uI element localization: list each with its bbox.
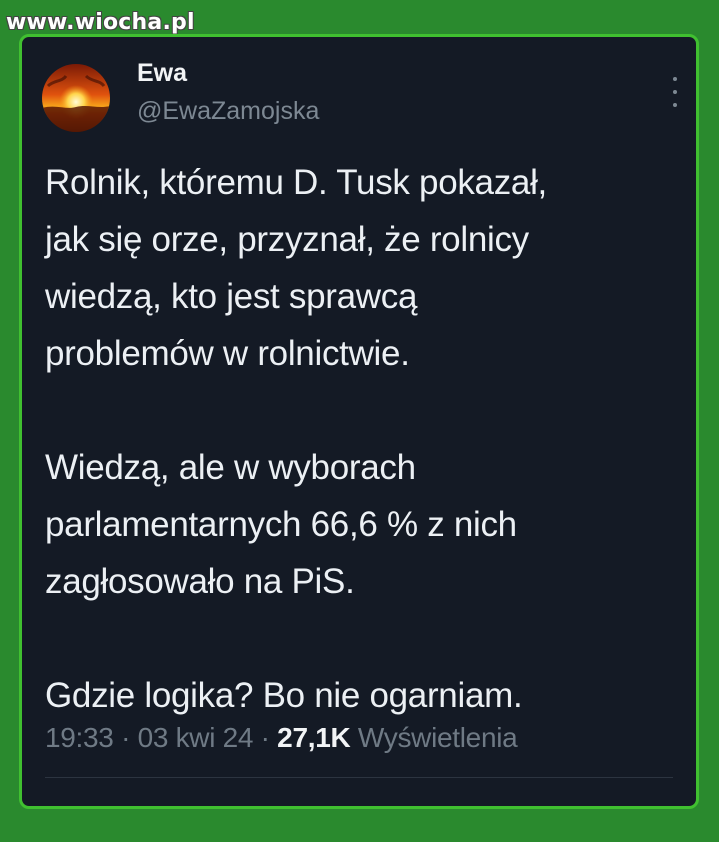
views-label: Wyświetlenia [357,722,518,753]
more-dot [673,103,677,107]
more-dot [673,77,677,81]
divider [45,777,673,778]
tweet-date[interactable]: 03 kwi 24 [138,722,254,753]
author-name[interactable]: Ewa [137,59,187,88]
tweet-paragraph: Rolnik, któremu D. Tusk pokazał, jak się… [45,163,547,373]
watermark: www.wiocha.pl [6,10,195,35]
meta-separator: · [260,722,270,753]
more-vertical-icon[interactable] [668,77,682,107]
tweet-card: Ewa @EwaZamojska Rolnik, któremu D. Tusk… [19,34,699,809]
avatar[interactable] [42,64,110,132]
tweet-metadata: 19:33 · 03 kwi 24 · 27,1K Wyświetlenia [45,722,518,754]
author-handle[interactable]: @EwaZamojska [137,97,319,126]
views-count[interactable]: 27,1K [277,722,351,753]
more-dot [673,90,677,94]
meta-separator: · [121,722,131,753]
tweet-text: Rolnik, któremu D. Tusk pokazał, jak się… [45,154,685,724]
tweet-paragraph: Wiedzą, ale w wyborach parlamentarnych 6… [45,448,517,601]
sunset-avatar-image [42,64,110,132]
tweet-time[interactable]: 19:33 [45,722,114,753]
tweet-paragraph: Gdzie logika? Bo nie ogarniam. [45,676,523,715]
